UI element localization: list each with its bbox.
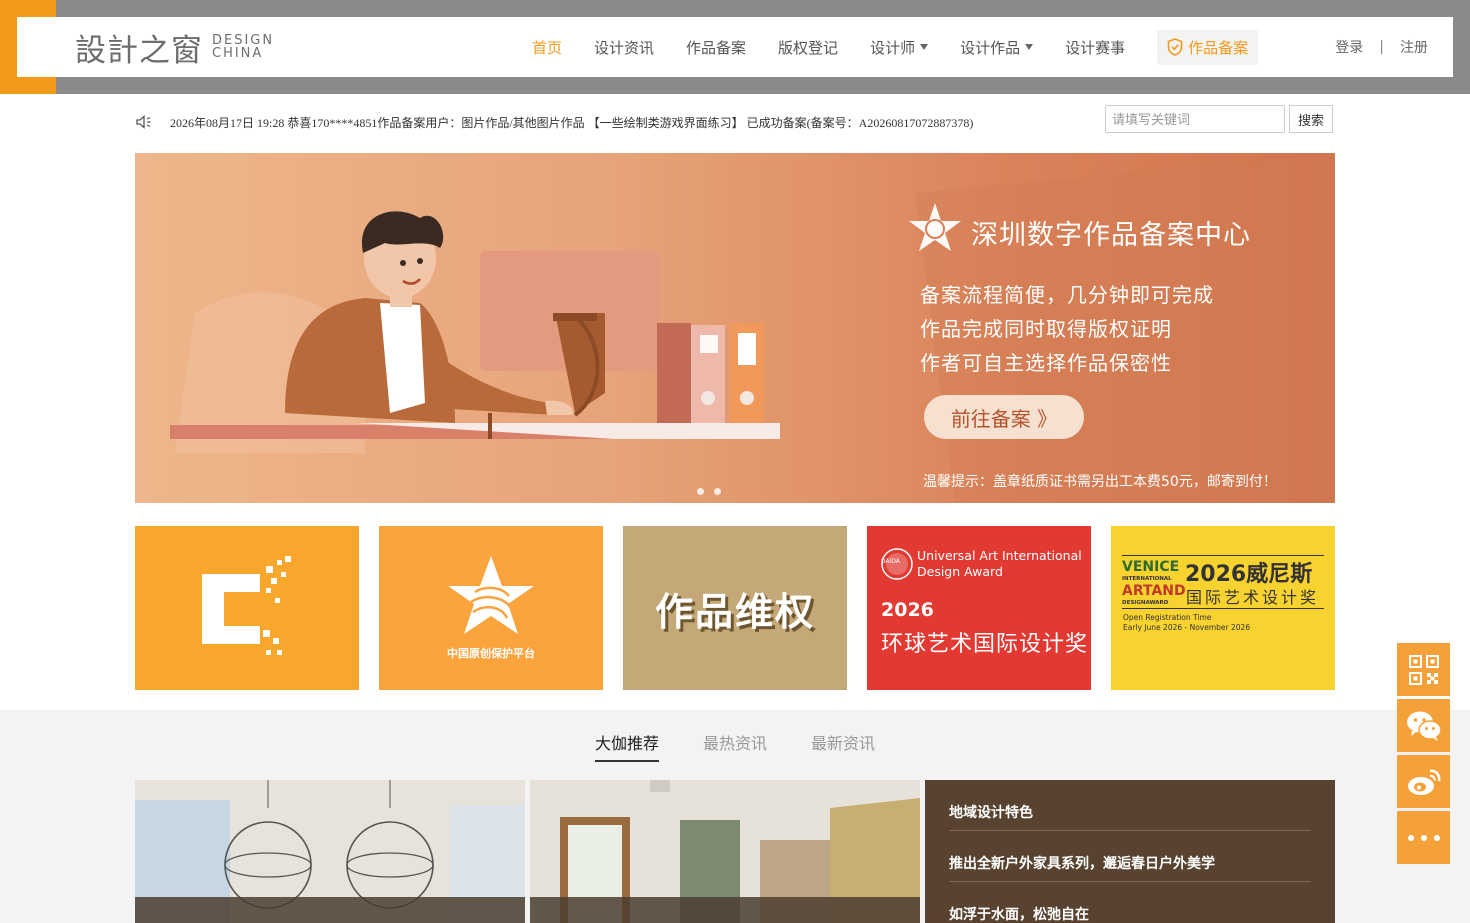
venice-logo-3: ARTAND [1122,583,1186,599]
tile-4-line-2: Design Award [917,564,1003,579]
tile-4-english: Universal Art International Design Award [917,548,1082,580]
hero-banner[interactable]: 深圳数字作品备案中心 备案流程简便，几分钟即可完成 作品完成同时取得版权证明 作… [135,153,1335,503]
news-photo-interior [530,780,920,923]
tile-4-line-1: Universal Art International [917,548,1082,563]
nav-designers-label: 设计师 [870,38,916,57]
promo-tile-work-rights[interactable]: 作品维权 [623,526,847,690]
tile-3-text: 作品维权 [654,589,815,634]
main-nav: 首页 设计资讯 作品备案 版权登记 设计师 设计作品 设计赛事 作品备案 [532,17,1290,77]
tile-4-cn: 环球艺术国际设计奖 [881,632,1089,657]
star-logo-icon [448,556,534,634]
nav-work-filing[interactable]: 作品备案 [686,37,746,58]
nav-home[interactable]: 首页 [532,37,562,58]
nav-design-works[interactable]: 设计作品 [960,37,1034,58]
speaker-icon [136,115,151,129]
wechat-icon [1406,711,1442,741]
news-section: 大伽推荐 最热资讯 最新资讯 地域设计特色 推出全新户外家具系列，邂逅春日户外美… [0,710,1470,923]
news-list: 地域设计特色 推出全新户外家具系列，邂逅春日户外美学 如浮于水面，松弛自在 [925,780,1335,923]
header-bar: 設計之窗 DESIGN CHINA 首页 设计资讯 作品备案 版权登记 设计师 … [17,17,1453,77]
nav-designers[interactable]: 设计师 [870,37,929,58]
more-button[interactable] [1397,811,1450,864]
chevron-down-icon [1025,44,1034,50]
chevron-down-icon [920,44,929,50]
shield-icon [1167,38,1183,56]
site-logo[interactable]: 設計之窗 DESIGN CHINA [75,27,274,69]
go-filing-button[interactable]: 前往备案 》 [924,395,1084,439]
banner-line-3: 作者可自主选择作品保密性 [920,351,1172,375]
carousel-dot-2[interactable] [714,488,721,495]
tab-master-picks[interactable]: 大伽推荐 [595,730,660,762]
search-input[interactable] [1105,105,1285,133]
venice-logo-1: VENICE [1122,559,1180,575]
tile-2-caption: 中国原创保护平台 [447,647,535,660]
uaida-badge-text: UAIDA [881,558,900,565]
nav-design-news[interactable]: 设计资讯 [594,37,654,58]
auth-divider: | [1379,39,1384,55]
tile-5-rule-bottom [1122,608,1324,609]
promo-tiles: 中国原创保护平台 作品维权 UAIDA Universal Art Intern… [135,526,1335,690]
weibo-icon [1407,769,1440,795]
nav-work-filing-highlight-label: 作品备案 [1188,38,1249,57]
banner-line-2: 作品完成同时取得版权证明 [920,317,1172,341]
carousel-dot-1[interactable] [697,488,704,495]
banner-tip: 温馨提示：盖章纸质证书需另出工本费50元，邮寄到付！ [923,474,1277,490]
auth-links: 登录 | 注册 [1335,37,1428,57]
notice-text[interactable]: 2026年08月17日 19:28 恭喜170****4851作品备案用户：图片… [170,114,973,131]
logo-english-line-2: CHINA [212,46,264,61]
notice-ticker: 2026年08月17日 19:28 恭喜170****4851作品备案用户：图片… [135,110,973,134]
more-icon [1407,834,1440,841]
floating-share-bar [1397,643,1450,867]
logo-chinese: 設計之窗 [75,32,203,69]
news-item-2[interactable]: 推出全新户外家具系列，邂逅春日户外美学 [949,831,1311,882]
news-image-lamps[interactable] [135,780,525,923]
login-link[interactable]: 登录 [1335,37,1363,57]
tile-5-title-2: 国际艺术设计奖 [1186,588,1320,607]
wechat-button[interactable] [1397,699,1450,752]
nav-design-works-label: 设计作品 [960,38,1021,57]
nav-copyright-registration[interactable]: 版权登记 [778,37,838,58]
tab-hottest-news[interactable]: 最热资讯 [703,730,767,762]
nav-competitions[interactable]: 设计赛事 [1065,37,1125,58]
news-image-interior[interactable] [530,780,920,923]
news-tabs: 大伽推荐 最热资讯 最新资讯 [595,730,919,762]
tile-5-reg-2: Early June 2026 - November 2026 [1123,623,1251,632]
qrcode-icon [1408,654,1439,685]
weibo-button[interactable] [1397,755,1450,808]
banner-line-1: 备案流程简便，几分钟即可完成 [920,283,1214,307]
tile-4-year: 2026 [881,599,934,621]
news-photo-lamps [135,780,525,923]
news-item-1[interactable]: 地域设计特色 [949,780,1311,831]
search-button[interactable]: 搜索 [1289,105,1333,133]
nav-work-filing-highlight[interactable]: 作品备案 [1157,29,1259,65]
venice-logo-4: DESIGNAWARD [1122,600,1169,606]
promo-tile-uaida-award[interactable]: UAIDA Universal Art International Design… [867,526,1091,690]
logo-english: DESIGN CHINA [212,34,274,60]
register-link[interactable]: 注册 [1400,37,1428,57]
design-c-logo-icon [202,556,291,655]
tile-5-registration: Open Registration Time Early June 2026 -… [1123,613,1250,633]
venice-logo: VENICE INTERNATIONAL ARTAND DESIGNAWARD [1122,560,1186,608]
banner-title: 深圳数字作品备案中心 [971,220,1251,251]
tile-5-reg-1: Open Registration Time [1123,613,1212,622]
promo-tile-original-protection[interactable]: 中国原创保护平台 [379,526,603,690]
promo-tile-venice-award[interactable]: VENICE INTERNATIONAL ARTAND DESIGNAWARD … [1111,526,1335,690]
qrcode-button[interactable] [1397,643,1450,696]
promo-tile-design-logo[interactable] [135,526,359,690]
news-item-3[interactable]: 如浮于水面，松弛自在 [949,882,1311,923]
tab-latest-news[interactable]: 最新资讯 [811,730,875,762]
carousel-dots [697,488,731,495]
